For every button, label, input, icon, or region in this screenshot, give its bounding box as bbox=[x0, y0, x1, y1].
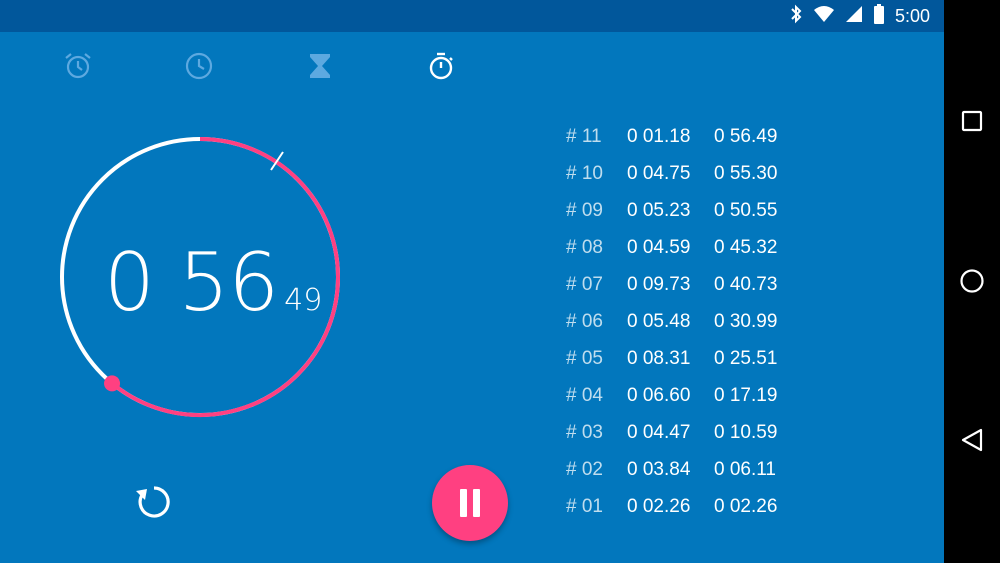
elapsed-time-hundredths: 49 bbox=[284, 283, 323, 318]
lap-number: # 08 bbox=[566, 236, 603, 258]
recents-icon bbox=[961, 110, 983, 132]
status-bar: 5:00 bbox=[0, 0, 944, 32]
lap-total-time: 0 30.99 bbox=[714, 310, 778, 332]
lap-row: # 11 0 01.18 0 56.49 bbox=[566, 118, 826, 155]
lap-time: 0 04.59 bbox=[627, 236, 691, 258]
stopwatch-icon bbox=[429, 52, 453, 80]
lap-number: # 03 bbox=[566, 421, 603, 443]
lap-number: # 07 bbox=[566, 273, 603, 295]
status-icons: 5:00 bbox=[789, 0, 930, 32]
wifi-icon bbox=[813, 5, 835, 28]
lap-row: # 03 0 04.47 0 10.59 bbox=[566, 414, 826, 451]
lap-number: # 02 bbox=[566, 458, 603, 480]
tab-timer[interactable] bbox=[260, 44, 380, 88]
lap-row: # 07 0 09.73 0 40.73 bbox=[566, 266, 826, 303]
home-button[interactable] bbox=[944, 261, 1000, 301]
lap-number: # 04 bbox=[566, 384, 603, 406]
laps-list: # 11 0 01.18 0 56.49 # 10 0 04.75 0 55.30 # 09… bbox=[566, 118, 826, 525]
lap-total-time: 0 25.51 bbox=[714, 347, 778, 369]
lap-row: # 04 0 06.60 0 17.19 bbox=[566, 377, 826, 414]
lap-number: # 10 bbox=[566, 162, 603, 184]
tab-alarm[interactable] bbox=[18, 44, 138, 88]
lap-time: 0 05.23 bbox=[627, 199, 691, 221]
lap-time: 0 01.18 bbox=[627, 125, 691, 147]
lap-time: 0 04.75 bbox=[627, 162, 691, 184]
lap-total-time: 0 45.32 bbox=[714, 236, 778, 258]
lap-row: # 10 0 04.75 0 55.30 bbox=[566, 155, 826, 192]
lap-total-time: 0 06.11 bbox=[714, 458, 776, 480]
bluetooth-icon bbox=[789, 4, 803, 29]
lap-number: # 09 bbox=[566, 199, 603, 221]
lap-total-time: 0 40.73 bbox=[714, 273, 778, 295]
lap-row: # 08 0 04.59 0 45.32 bbox=[566, 229, 826, 266]
alarm-icon bbox=[65, 53, 91, 79]
lap-time: 0 09.73 bbox=[627, 273, 691, 295]
back-icon bbox=[961, 428, 983, 452]
tab-bar bbox=[18, 44, 502, 88]
status-time: 5:00 bbox=[894, 5, 930, 26]
pause-button[interactable] bbox=[432, 465, 508, 541]
home-icon bbox=[960, 269, 984, 293]
lap-row: # 09 0 05.23 0 50.55 bbox=[566, 192, 826, 229]
lap-time: 0 04.47 bbox=[627, 421, 691, 443]
lap-row: # 02 0 03.84 0 06.11 bbox=[566, 451, 826, 488]
clock-icon bbox=[185, 52, 213, 80]
elapsed-time: 0 56 49 bbox=[104, 236, 323, 329]
lap-total-time: 0 10.59 bbox=[714, 421, 778, 443]
signal-icon bbox=[845, 5, 863, 28]
lap-number: # 01 bbox=[566, 495, 603, 517]
lap-total-time: 0 56.49 bbox=[714, 125, 778, 147]
pause-icon bbox=[457, 489, 483, 517]
lap-time: 0 02.26 bbox=[627, 495, 691, 517]
lap-time: 0 03.84 bbox=[627, 458, 691, 480]
back-button[interactable] bbox=[944, 420, 1000, 460]
tab-clock[interactable] bbox=[139, 44, 259, 88]
lap-number: # 06 bbox=[566, 310, 603, 332]
lap-total-time: 0 02.26 bbox=[714, 495, 778, 517]
lap-total-time: 0 50.55 bbox=[714, 199, 778, 221]
hourglass-icon bbox=[310, 54, 330, 78]
reset-icon bbox=[136, 486, 170, 518]
lap-row: # 01 0 02.26 0 02.26 bbox=[566, 488, 826, 525]
tab-stopwatch[interactable] bbox=[381, 44, 501, 88]
reset-button[interactable] bbox=[130, 478, 178, 526]
navigation-bar bbox=[944, 0, 1000, 563]
dial-progress-dot bbox=[104, 375, 121, 392]
lap-total-time: 0 55.30 bbox=[714, 162, 778, 184]
lap-time: 0 06.60 bbox=[627, 384, 691, 406]
lap-row: # 06 0 05.48 0 30.99 bbox=[566, 303, 826, 340]
elapsed-time-main: 0 56 bbox=[104, 236, 279, 329]
recents-button[interactable] bbox=[944, 101, 1000, 141]
lap-total-time: 0 17.19 bbox=[714, 384, 778, 406]
lap-number: # 11 bbox=[566, 125, 602, 147]
lap-number: # 05 bbox=[566, 347, 603, 369]
lap-time: 0 08.31 bbox=[627, 347, 691, 369]
lap-time: 0 05.48 bbox=[627, 310, 691, 332]
battery-icon bbox=[873, 3, 885, 29]
lap-row: # 05 0 08.31 0 25.51 bbox=[566, 340, 826, 377]
